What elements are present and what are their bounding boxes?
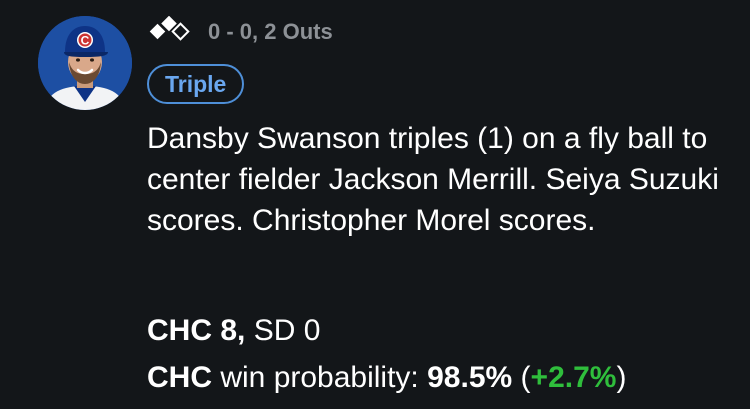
home-team-score: 8 <box>220 314 238 347</box>
win-prob-label: win probability: <box>220 361 419 394</box>
cap-logo-letter: C <box>81 34 90 48</box>
play-type-badge: Triple <box>147 64 245 104</box>
count-outs-text: 0 - 0, 2 Outs <box>208 19 333 44</box>
player-headshot-icon: C <box>38 16 132 110</box>
home-team-abbr: CHC <box>147 314 212 347</box>
win-prob-value: 98.5% <box>427 361 513 394</box>
away-team-score: 0 <box>303 314 321 347</box>
score-separator: , <box>237 314 246 347</box>
win-prob-close-paren: ) <box>616 361 627 394</box>
away-team-abbr: SD <box>253 314 296 347</box>
play-description: Dansby Swanson triples (1) on a fly ball… <box>147 122 719 237</box>
win-prob-change: +2.7% <box>530 361 617 394</box>
score-line: CHC 8, SD 0 <box>147 313 320 349</box>
win-prob-team: CHC <box>147 361 212 394</box>
bases-diamond-icon <box>149 16 190 41</box>
win-prob-open-paren: ( <box>520 361 531 394</box>
win-probability-line: CHC win probability: 98.5% (+2.7%) <box>147 360 626 396</box>
game-situation: 0 - 0, 2 Outs <box>146 16 333 48</box>
player-avatar: C <box>38 16 132 110</box>
